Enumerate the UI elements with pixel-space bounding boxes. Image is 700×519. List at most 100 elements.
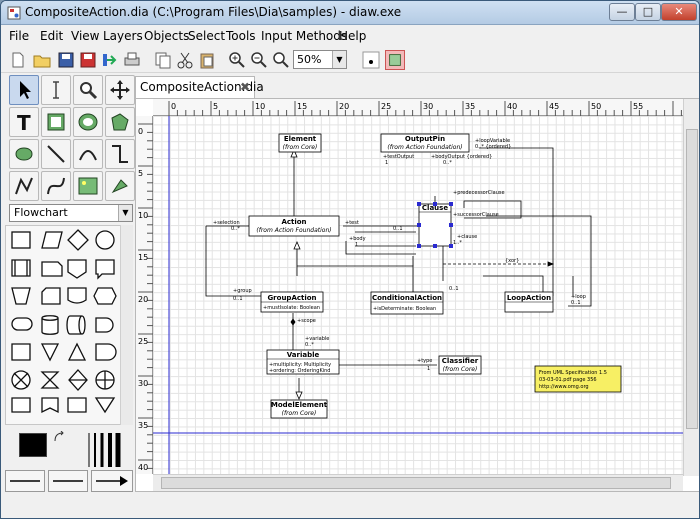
line-style-selector-button[interactable] [48,470,88,492]
zoom-tool[interactable] [73,75,103,105]
bezier-tool[interactable] [41,171,71,201]
punched-tape-shape-icon[interactable] [67,287,87,304]
move-tool[interactable] [105,75,135,105]
save-icon[interactable] [56,50,76,70]
class-clause[interactable]: Clause [418,203,452,247]
menu-tools[interactable]: Tools [226,29,256,43]
chevron-down-icon[interactable]: ▼ [118,205,132,221]
process-shape-icon[interactable] [11,231,31,249]
document-shape-icon[interactable] [95,259,115,280]
class-variable[interactable]: Variable +multiplicity: Multiplicity +or… [266,349,340,375]
label-successor-clause: +successorClause [453,212,499,218]
online-storage-shape-icon[interactable] [67,397,87,413]
pointer-tool[interactable] [9,75,39,105]
copy-icon[interactable] [153,50,173,70]
card-shape-icon[interactable] [41,287,61,305]
minimize-button[interactable]: — [609,3,635,21]
chevron-down-icon[interactable]: ▼ [332,51,346,68]
zoom-combo[interactable]: 50% ▼ [293,50,347,69]
class-loop-action[interactable]: LoopAction [504,291,554,313]
display-shape-icon[interactable] [93,287,117,305]
arc-tool[interactable] [73,139,103,169]
menu-edit[interactable]: Edit [40,29,63,43]
close-button[interactable]: ✕ [661,3,697,21]
maximize-button[interactable]: □ [635,3,661,21]
class-action[interactable]: Action (from Action Foundation) [248,215,340,237]
magnetic-disk-shape-icon[interactable] [41,315,59,335]
class-element[interactable]: Element (from Core) [278,133,322,153]
ellipse-tool[interactable] [73,107,103,137]
triangle-shape-icon[interactable] [94,397,116,414]
vertical-scrollbar[interactable] [683,99,699,476]
vertical-scroll-thumb[interactable] [686,129,698,429]
multi-document-shape-icon[interactable] [41,397,59,414]
new-file-icon[interactable] [8,50,28,70]
delay-shape-icon[interactable] [95,317,114,333]
tab-composite-action[interactable]: CompositeAction.dia ✖ [135,76,264,98]
manual-operation-shape-icon[interactable] [11,287,31,305]
terminal-shape-icon[interactable] [11,317,33,331]
end-arrow-selector[interactable] [91,470,133,492]
diagram-canvas[interactable]: Element (from Core) OutputPin (from Acti… [153,116,683,474]
class-group-action[interactable]: GroupAction +mustIsolate: Boolean [260,291,324,313]
show-connection-points-icon[interactable] [385,50,405,70]
or-shape-icon[interactable] [95,343,117,361]
zoom-out-icon[interactable] [249,50,269,70]
line-width-icon[interactable] [87,433,123,467]
save-as-icon[interactable] [78,50,98,70]
horizontal-scrollbar[interactable] [153,474,683,491]
toolbar [1,47,699,73]
menu-file[interactable]: File [9,29,29,43]
uml-note[interactable]: From UML Specification 1.5 03-03-01.pdf … [534,365,622,393]
manual-input-shape-icon[interactable] [11,343,31,361]
open-folder-icon[interactable] [32,50,52,70]
print-icon[interactable] [122,50,142,70]
direct-storage-shape-icon[interactable] [66,315,86,335]
close-tab-icon[interactable]: ✖ [240,77,250,97]
class-model-element[interactable]: ModelElement (from Core) [270,399,328,419]
polygon-tool[interactable] [105,107,135,137]
polyline-tool[interactable] [9,171,39,201]
start-arrow-selector[interactable] [5,470,45,492]
connector-shape-icon[interactable] [95,230,115,250]
sort-shape-icon[interactable] [68,369,88,391]
text-tool[interactable]: T [9,107,39,137]
beziergon-tool[interactable] [9,139,39,169]
swap-colors-icon[interactable] [53,431,65,443]
foreground-color[interactable] [19,433,47,457]
menu-select[interactable]: Select [188,29,225,43]
snap-to-grid-icon[interactable] [361,50,381,70]
menu-layers[interactable]: Layers [103,29,143,43]
zigzag-tool[interactable] [105,139,135,169]
offpage-connector-shape-icon[interactable] [67,259,87,279]
menu-help[interactable]: Help [339,29,366,43]
text-edit-tool[interactable] [41,75,71,105]
menu-view[interactable]: View [71,29,99,43]
data-shape-icon[interactable] [41,231,63,249]
horizontal-scroll-thumb[interactable] [161,477,671,489]
sheet-selector[interactable]: Flowchart ▼ [9,204,133,222]
decision-shape-icon[interactable] [67,229,89,251]
extract-shape-icon[interactable] [67,342,87,361]
shape-palette-scrollbar[interactable] [120,225,133,425]
class-output-pin[interactable]: OutputPin (from Action Foundation) [380,133,470,153]
zoom-fit-icon[interactable] [271,50,291,70]
image-tool[interactable] [73,171,103,201]
menu-objects[interactable]: Objects [144,29,189,43]
paste-icon[interactable] [197,50,217,70]
class-conditional-action[interactable]: ConditionalAction +isDeterminate: Boolea… [370,291,444,315]
stored-data-shape-icon[interactable] [11,397,31,413]
class-variable-name: Variable [287,351,320,359]
predefined-process-shape-icon[interactable] [11,259,31,277]
outline-tool[interactable] [105,171,135,201]
class-classifier[interactable]: Classifier (from Core) [438,355,482,375]
export-icon[interactable] [101,50,121,70]
collate-shape-icon[interactable] [40,371,60,389]
menu-input-methods[interactable]: Input Methods [261,29,347,43]
cut-icon[interactable] [175,50,195,70]
line-tool[interactable] [41,139,71,169]
merge-shape-icon[interactable] [40,343,60,362]
zoom-in-icon[interactable] [227,50,247,70]
box-tool[interactable] [41,107,71,137]
internal-storage-shape-icon[interactable] [41,261,63,277]
